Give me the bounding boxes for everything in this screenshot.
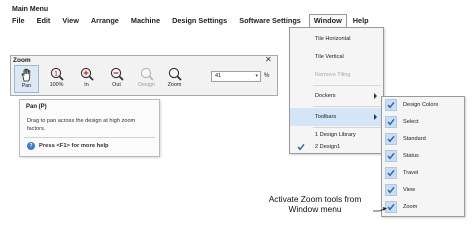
menu-help[interactable]: Help xyxy=(347,14,375,27)
menu-file[interactable]: File xyxy=(11,14,31,27)
main-menu-title: Main Menu xyxy=(12,6,49,13)
toolbar-item-zoom[interactable]: Zoom xyxy=(382,199,464,216)
toolbar-item-standard[interactable]: Standard xyxy=(382,131,464,148)
zoom-100-button[interactable]: 1 100% xyxy=(44,65,69,93)
menu-item-tile-horizontal[interactable]: Tile Horizontal xyxy=(290,30,383,48)
zoom-unit-label: % xyxy=(264,73,270,79)
check-box xyxy=(385,184,397,196)
toolbar-item-travel[interactable]: Travel xyxy=(382,165,464,182)
hand-icon xyxy=(21,68,30,82)
menu-machine[interactable]: Machine xyxy=(125,14,166,27)
menu-window[interactable]: Window xyxy=(308,13,347,28)
menu-item-tile-vertical[interactable]: Tile Vertical xyxy=(290,48,383,66)
toolbar-item-select[interactable]: Select xyxy=(382,114,464,131)
pan-tooltip: Pan (P) Drag to pan across the design at… xyxy=(19,99,160,157)
close-icon[interactable]: ✕ xyxy=(265,55,272,64)
zoom-toolbar-title: Zoom xyxy=(13,57,31,64)
menu-edit[interactable]: Edit xyxy=(31,14,57,27)
callout-arrow xyxy=(373,207,387,212)
tooltip-divider xyxy=(24,137,155,138)
menu-view[interactable]: View xyxy=(56,14,85,27)
menu-item-design1[interactable]: 2 Design1 xyxy=(290,141,383,153)
zoom-out-icon xyxy=(110,67,124,81)
toolbar-item-view[interactable]: View xyxy=(382,182,464,199)
chevron-down-icon[interactable]: ▾ xyxy=(255,72,258,81)
help-icon: ? xyxy=(27,142,35,150)
zoom-factor-select[interactable]: 41 ▾ xyxy=(211,71,261,82)
submenu-arrow-icon xyxy=(374,93,377,99)
tooltip-help-text: Press <F1> for more help xyxy=(39,143,109,149)
zoom-box-button[interactable]: Zoom xyxy=(162,65,187,93)
zoom-factor-value: 41 xyxy=(215,73,222,79)
menu-design-settings[interactable]: Design Settings xyxy=(166,14,233,27)
menu-separator xyxy=(313,106,381,107)
tooltip-body: Drag to pan across the design at high zo… xyxy=(27,118,136,132)
zoom-design-button: Design xyxy=(134,65,159,93)
checkmark-icon xyxy=(297,143,305,151)
zoom-100-icon: 1 xyxy=(50,67,64,81)
checkmark-icon xyxy=(387,152,395,160)
toolbars-submenu: Design Colors Select Standard Status Tra… xyxy=(381,96,465,217)
check-box xyxy=(385,167,397,179)
check-box xyxy=(385,133,397,145)
tooltip-title: Pan (P) xyxy=(26,104,47,110)
check-box xyxy=(385,116,397,128)
menu-arrange[interactable]: Arrange xyxy=(85,14,125,27)
checkmark-icon xyxy=(387,186,395,194)
zoom-design-icon xyxy=(140,67,154,81)
menu-item-remove-tiling: Remove Tiling xyxy=(315,72,351,78)
zoom-out-button[interactable]: Out xyxy=(104,65,129,93)
zoom-in-button[interactable]: In xyxy=(74,65,99,93)
menu-item-design-library[interactable]: 1 Design Library xyxy=(290,128,383,142)
checkmark-icon xyxy=(387,118,395,126)
check-box xyxy=(385,99,397,111)
checkmark-icon xyxy=(387,203,395,211)
window-menu-dropdown: Tile Horizontal Tile Vertical Remove Til… xyxy=(289,27,384,154)
menu-item-dockers[interactable]: Dockers xyxy=(290,87,383,105)
check-box xyxy=(385,150,397,162)
menu-item-toolbars[interactable]: Toolbars xyxy=(290,108,383,126)
toolbar-item-status[interactable]: Status xyxy=(382,148,464,165)
menu-separator xyxy=(313,85,381,86)
checkmark-icon xyxy=(387,169,395,177)
checkmark-icon xyxy=(387,135,395,143)
zoom-toolbar: Zoom ✕ Pan 1 100% In Out Design Zoom 41 … xyxy=(10,55,278,96)
menu-software-settings[interactable]: Software Settings xyxy=(233,14,307,27)
checkmark-icon xyxy=(387,101,395,109)
zoom-in-icon xyxy=(80,67,94,81)
pan-button[interactable]: Pan xyxy=(14,65,39,93)
menu-bar: File Edit View Arrange Machine Design Se… xyxy=(11,13,369,28)
zoom-box-icon xyxy=(168,67,182,81)
toolbar-item-design-colors[interactable]: Design Colors xyxy=(382,97,464,114)
submenu-arrow-icon xyxy=(374,114,377,120)
